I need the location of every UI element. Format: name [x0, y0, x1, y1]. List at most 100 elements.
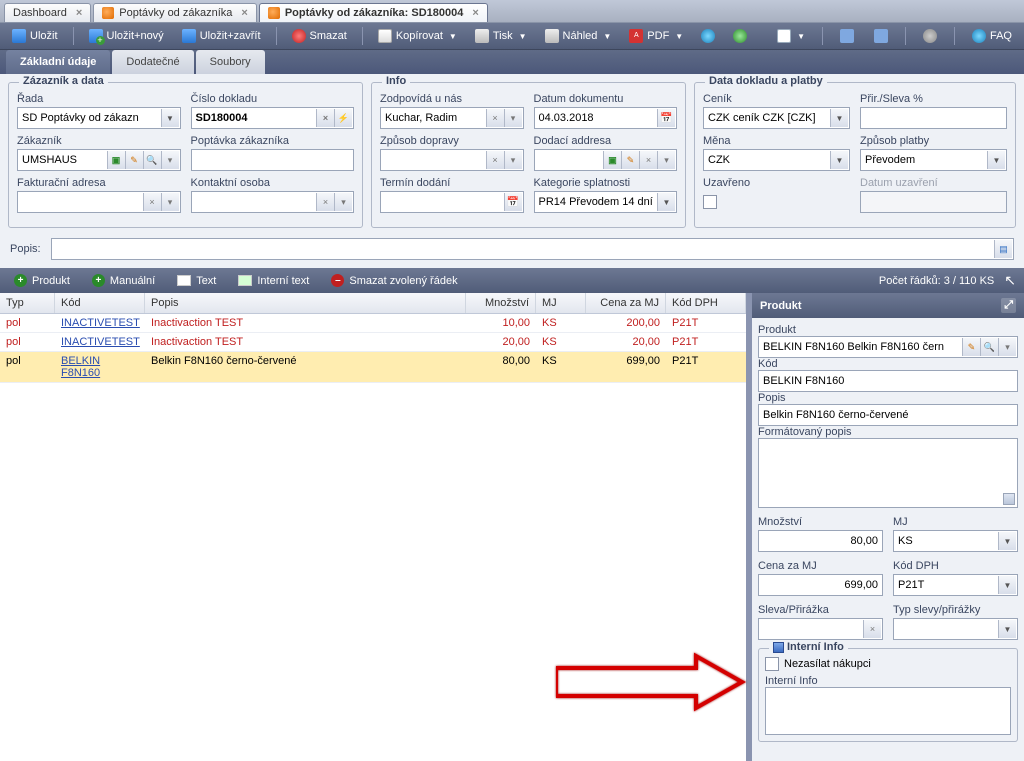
tab-dashboard[interactable]: Dashboard × [4, 3, 91, 22]
close-icon[interactable]: × [241, 7, 247, 19]
input-shipping-method[interactable]: ×▾ [380, 149, 524, 171]
clear-icon[interactable]: × [316, 109, 334, 127]
input-code[interactable]: BELKIN F8N160 [758, 370, 1018, 392]
checkbox-closed[interactable] [703, 195, 717, 209]
clear-icon[interactable]: × [863, 620, 881, 638]
preview-button[interactable]: Náhled▼ [539, 27, 618, 45]
expand-icon[interactable]: ⤢ [1001, 298, 1016, 313]
input-internal-info[interactable] [765, 687, 1011, 735]
add-internal-text-button[interactable]: Interní text [232, 273, 315, 289]
input-discount-type[interactable]: ▼ [893, 618, 1018, 640]
chevron-down-icon[interactable]: ▼ [830, 151, 848, 169]
nav-next-button[interactable] [868, 27, 894, 45]
chevron-down-icon[interactable]: ▼ [998, 532, 1016, 550]
delete-line-button[interactable]: –Smazat zvolený řádek [325, 272, 463, 289]
edit-icon[interactable]: ✎ [962, 338, 980, 356]
nav-prev-button[interactable] [834, 27, 860, 45]
clear-icon[interactable]: × [486, 151, 504, 169]
close-icon[interactable]: × [76, 7, 82, 19]
collapse-icon[interactable] [773, 642, 784, 653]
calendar-icon[interactable]: 📅 [657, 109, 675, 127]
input-series[interactable]: SD Poptávky od zákazn▼ [17, 107, 181, 129]
input-currency[interactable]: CZK▼ [703, 149, 850, 171]
faq-button[interactable]: FAQ [966, 27, 1018, 45]
add-product-button[interactable]: +Produkt [8, 272, 76, 289]
subtab-basic[interactable]: Základní údaje [6, 50, 110, 74]
chevron-down-icon[interactable]: ▾ [161, 151, 179, 169]
chevron-down-icon[interactable]: ▾ [504, 109, 522, 127]
col-price[interactable]: Cena za MJ [586, 293, 666, 313]
save-new-button[interactable]: Uložit+nový [83, 27, 170, 45]
chevron-down-icon[interactable]: ▾ [504, 151, 522, 169]
input-qty[interactable]: 80,00 [758, 530, 883, 552]
add-icon[interactable]: ▣ [603, 151, 621, 169]
chevron-down-icon[interactable]: ▾ [657, 151, 675, 169]
input-delivery-address[interactable]: ▣✎×▾ [534, 149, 678, 171]
code-link[interactable]: INACTIVETEST [61, 336, 140, 348]
input-payment-method[interactable]: Převodem▼ [860, 149, 1007, 171]
input-formatted-desc[interactable] [758, 438, 1018, 508]
clear-icon[interactable]: × [143, 193, 161, 211]
col-type[interactable]: Typ [0, 293, 55, 313]
add-manual-button[interactable]: +Manuální [86, 272, 161, 289]
tab-demand-list[interactable]: Poptávky od zákazníka × [93, 3, 257, 22]
input-product[interactable]: BELKIN F8N160 Belkin F8N160 čern ✎🔍▾ [758, 336, 1018, 358]
col-unit[interactable]: MJ [536, 293, 586, 313]
save-button[interactable]: Uložit [6, 27, 64, 45]
col-description[interactable]: Popis [145, 293, 466, 313]
subtab-files[interactable]: Soubory [196, 50, 265, 74]
input-customer[interactable]: UMSHAUS ▣✎🔍▾ [17, 149, 181, 171]
add-text-button[interactable]: Text [171, 273, 222, 289]
print-button[interactable]: Tisk▼ [469, 27, 533, 45]
code-link[interactable]: BELKIN F8N160 [61, 355, 100, 379]
chevron-down-icon[interactable]: ▾ [334, 193, 352, 211]
code-link[interactable]: INACTIVETEST [61, 317, 140, 329]
search-icon[interactable]: 🔍 [980, 338, 998, 356]
settings-button[interactable] [917, 27, 943, 45]
input-doc-date[interactable]: 04.03.2018 📅 [534, 107, 678, 129]
subtab-additional[interactable]: Dodatečné [112, 50, 193, 74]
table-row[interactable]: polINACTIVETESTInactivaction TEST10,00KS… [0, 314, 746, 333]
chevron-down-icon[interactable]: ▼ [830, 109, 848, 127]
chevron-down-icon[interactable]: ▼ [657, 193, 675, 211]
expand-icon[interactable] [1003, 493, 1015, 505]
edit-icon[interactable]: ✎ [621, 151, 639, 169]
input-vat[interactable]: P21T▼ [893, 574, 1018, 596]
info-button[interactable] [695, 27, 721, 45]
checkbox-dont-send-buyer[interactable] [765, 657, 779, 671]
web-button[interactable] [727, 27, 753, 45]
input-unit[interactable]: KS▼ [893, 530, 1018, 552]
save-close-button[interactable]: Uložit+zavřít [176, 27, 267, 45]
chevron-down-icon[interactable]: ▾ [998, 338, 1016, 356]
cursor-icon[interactable]: ↖ [1004, 272, 1016, 289]
col-qty[interactable]: Množství [466, 293, 536, 313]
chevron-down-icon[interactable]: ▼ [161, 109, 179, 127]
input-discount[interactable]: × [758, 618, 883, 640]
search-icon[interactable]: 🔍 [143, 151, 161, 169]
close-icon[interactable]: × [472, 7, 478, 19]
chevron-down-icon[interactable]: ▼ [998, 620, 1016, 638]
input-doc-number[interactable]: SD180004 ×⚡ [191, 107, 355, 129]
clear-icon[interactable]: × [316, 193, 334, 211]
input-pricelist[interactable]: CZK ceník CZK [CZK]▼ [703, 107, 850, 129]
delete-button[interactable]: Smazat [286, 27, 353, 45]
expand-icon[interactable]: ▤ [994, 240, 1012, 258]
report-button[interactable]: ▼ [771, 27, 811, 45]
table-row[interactable]: polBELKIN F8N160Belkin F8N160 černo-červ… [0, 352, 746, 383]
input-delivery-term[interactable]: 📅 [380, 191, 524, 213]
input-billing-address[interactable]: ×▾ [17, 191, 181, 213]
flash-icon[interactable]: ⚡ [334, 109, 352, 127]
chevron-down-icon[interactable]: ▼ [998, 576, 1016, 594]
input-customer-demand[interactable] [191, 149, 355, 171]
input-description[interactable]: ▤ [51, 238, 1014, 260]
col-code[interactable]: Kód [55, 293, 145, 313]
chevron-down-icon[interactable]: ▼ [987, 151, 1005, 169]
clear-icon[interactable]: × [486, 109, 504, 127]
pdf-button[interactable]: APDF▼ [623, 27, 689, 45]
clear-icon[interactable]: × [639, 151, 657, 169]
input-responsible[interactable]: Kuchar, Radim ×▾ [380, 107, 524, 129]
col-vat[interactable]: Kód DPH [666, 293, 746, 313]
input-desc[interactable]: Belkin F8N160 černo-červené [758, 404, 1018, 426]
input-surcharge[interactable] [860, 107, 1007, 129]
input-contact-person[interactable]: ×▾ [191, 191, 355, 213]
